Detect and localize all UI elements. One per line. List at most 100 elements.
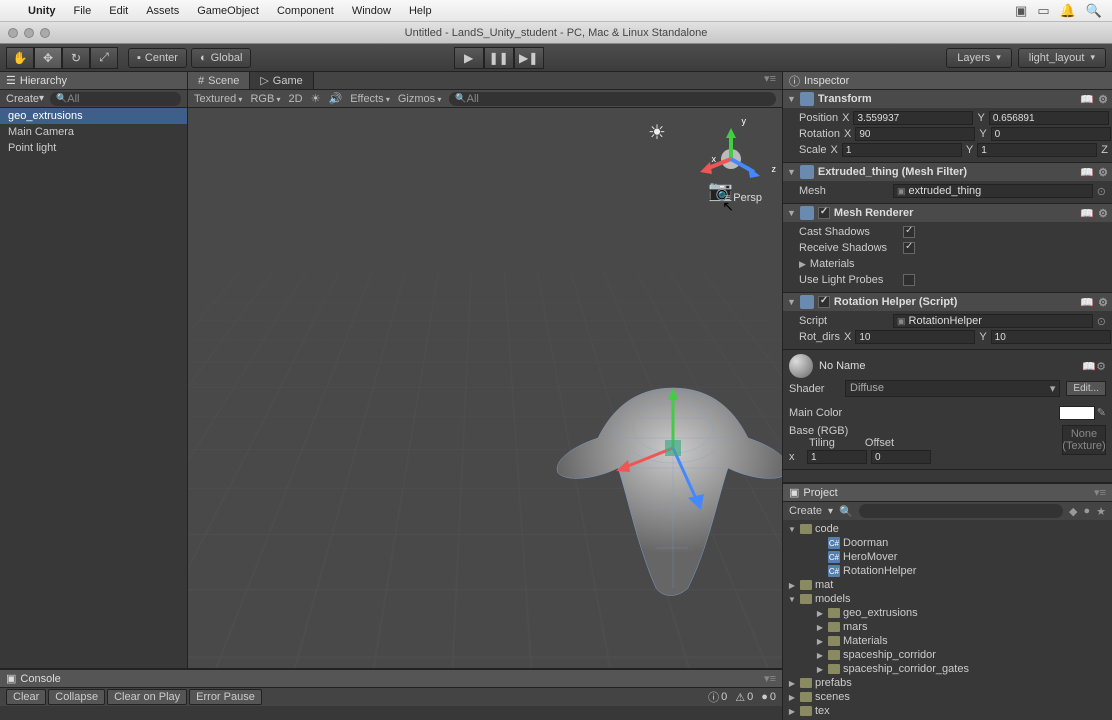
move-tool[interactable]: ✥ [34,47,62,69]
tree-asset[interactable]: ▶spaceship_corridor_gates [787,662,1108,676]
script-enable[interactable] [818,296,830,308]
tree-folder[interactable]: ▼models [787,592,1108,606]
warn-count[interactable]: ⚠ 0 [735,689,753,705]
effects-dropdown[interactable]: Effects [350,93,390,105]
console-clear[interactable]: Clear [6,689,46,705]
gear-icon[interactable]: ⚙ [1098,296,1108,309]
inspector-tab[interactable]: ⓘ Inspector [783,72,1112,90]
menu-help[interactable]: Help [409,5,432,17]
menu-assets[interactable]: Assets [146,5,179,17]
pivot-toggle[interactable]: ▪ Center [128,48,187,68]
rot-x[interactable] [855,127,975,141]
menu-gameobject[interactable]: GameObject [197,5,259,17]
menu-component[interactable]: Component [277,5,334,17]
mesh-field[interactable]: extruded_thing [893,184,1093,198]
offset-x[interactable] [871,450,931,464]
audio-icon[interactable]: 🔊 [328,92,342,105]
pos-x[interactable] [853,111,973,125]
menu-edit[interactable]: Edit [109,5,128,17]
info-count[interactable]: ⓘ 0 [708,689,727,705]
gear-icon[interactable]: ⚙ [1098,93,1108,106]
eyedropper-icon[interactable]: ✎ [1097,406,1106,420]
scale-tool[interactable]: ⤢ [90,47,118,69]
2d-toggle[interactable]: 2D [289,93,303,105]
shader-dropdown[interactable]: Diffuse ▾ [845,380,1060,397]
gizmos-dropdown[interactable]: Gizmos [398,93,442,105]
filter-icon[interactable]: ◆ [1069,505,1077,518]
script-field[interactable]: RotationHelper [893,314,1093,328]
project-search[interactable] [859,504,1063,518]
app-name[interactable]: Unity [28,5,56,17]
console-errorpause[interactable]: Error Pause [189,689,262,705]
shading-dropdown[interactable]: Textured [194,93,242,105]
orientation-gizmo[interactable] [696,124,766,194]
scale-x[interactable] [842,143,962,157]
tree-asset[interactable]: ▶mars [787,620,1108,634]
gear-icon[interactable]: ⚙ [1098,166,1108,179]
menu-window[interactable]: Window [352,5,391,17]
help-icon[interactable]: 📖 [1080,296,1094,309]
tree-folder[interactable]: ▶tex [787,704,1108,718]
hierarchy-item[interactable]: geo_extrusions [0,108,187,124]
pos-y[interactable] [989,111,1109,125]
help-icon[interactable]: 📖 [1082,361,1096,373]
tree-script[interactable]: C#Doorman [787,536,1108,550]
tree-folder[interactable]: ▶mat [787,578,1108,592]
hierarchy-tab[interactable]: ☰ Hierarchy [0,72,187,90]
picker-icon[interactable]: ⊙ [1097,315,1106,328]
tiling-x[interactable] [807,450,867,464]
picker-icon[interactable]: ⊙ [1097,185,1106,198]
play-button[interactable]: ▶ [454,47,484,69]
console-clearonplay[interactable]: Clear on Play [107,689,187,705]
step-button[interactable]: ▶❚ [514,47,544,69]
tree-script[interactable]: C#HeroMover [787,550,1108,564]
layers-dropdown[interactable]: Layers [946,48,1012,68]
rgb-dropdown[interactable]: RGB [250,93,280,105]
scale-y[interactable] [977,143,1097,157]
hierarchy-search[interactable]: 🔍All [50,92,181,106]
meshrenderer-enable[interactable] [818,207,830,219]
scene-viewport[interactable]: ☀ 📷 x y z ≡ Persp ↖ [188,108,782,668]
hand-tool[interactable]: ✋ [6,47,34,69]
console-tab[interactable]: ▣ Console▾≡ [0,670,782,688]
receive-shadows-check[interactable] [903,242,915,254]
layout-dropdown[interactable]: light_layout [1018,48,1106,68]
tree-asset[interactable]: ▶spaceship_corridor [787,648,1108,662]
cast-shadows-check[interactable] [903,226,915,238]
traffic-lights[interactable] [8,28,50,38]
project-create[interactable]: Create [789,505,822,517]
search-icon[interactable]: 🔍 [839,505,853,518]
space-toggle[interactable]: ◐ Global [191,48,251,68]
main-color-swatch[interactable] [1059,406,1095,420]
filter-icon[interactable]: ● [1083,505,1090,518]
texture-slot[interactable]: None (Texture) [1062,425,1106,455]
error-count[interactable]: ● 0 [761,689,776,705]
rotdir-y[interactable] [991,330,1111,344]
rot-y[interactable] [991,127,1111,141]
scene-tab[interactable]: # Scene [188,72,250,89]
rotate-tool[interactable]: ↻ [62,47,90,69]
gear-icon[interactable]: ⚙ [1098,207,1108,220]
panel-menu-icon[interactable]: ▾≡ [758,72,782,89]
menu-file[interactable]: File [74,5,92,17]
light-icon[interactable]: ☀ [311,92,321,105]
tree-folder[interactable]: ▶scenes [787,690,1108,704]
tree-folder[interactable]: ▶Materials [787,634,1108,648]
help-icon[interactable]: 📖 [1080,207,1094,220]
tree-folder[interactable]: ▼code [787,522,1108,536]
light-probes-check[interactable] [903,274,915,286]
help-icon[interactable]: 📖 [1080,166,1094,179]
hierarchy-create[interactable]: Create [6,93,39,105]
pause-button[interactable]: ❚❚ [484,47,514,69]
tree-folder[interactable]: ▶prefabs [787,676,1108,690]
tree-script[interactable]: C#RotationHelper [787,564,1108,578]
hierarchy-item[interactable]: Point light [0,140,187,156]
gear-icon[interactable]: ⚙ [1096,361,1106,373]
rotdir-x[interactable] [855,330,975,344]
project-tab[interactable]: ▣ Project▾≡ [783,484,1112,502]
game-tab[interactable]: ▷ Game [250,72,313,89]
tree-asset[interactable]: ▶geo_extrusions [787,606,1108,620]
scene-search[interactable]: 🔍All [449,92,776,106]
console-collapse[interactable]: Collapse [48,689,105,705]
help-icon[interactable]: 📖 [1080,93,1094,106]
